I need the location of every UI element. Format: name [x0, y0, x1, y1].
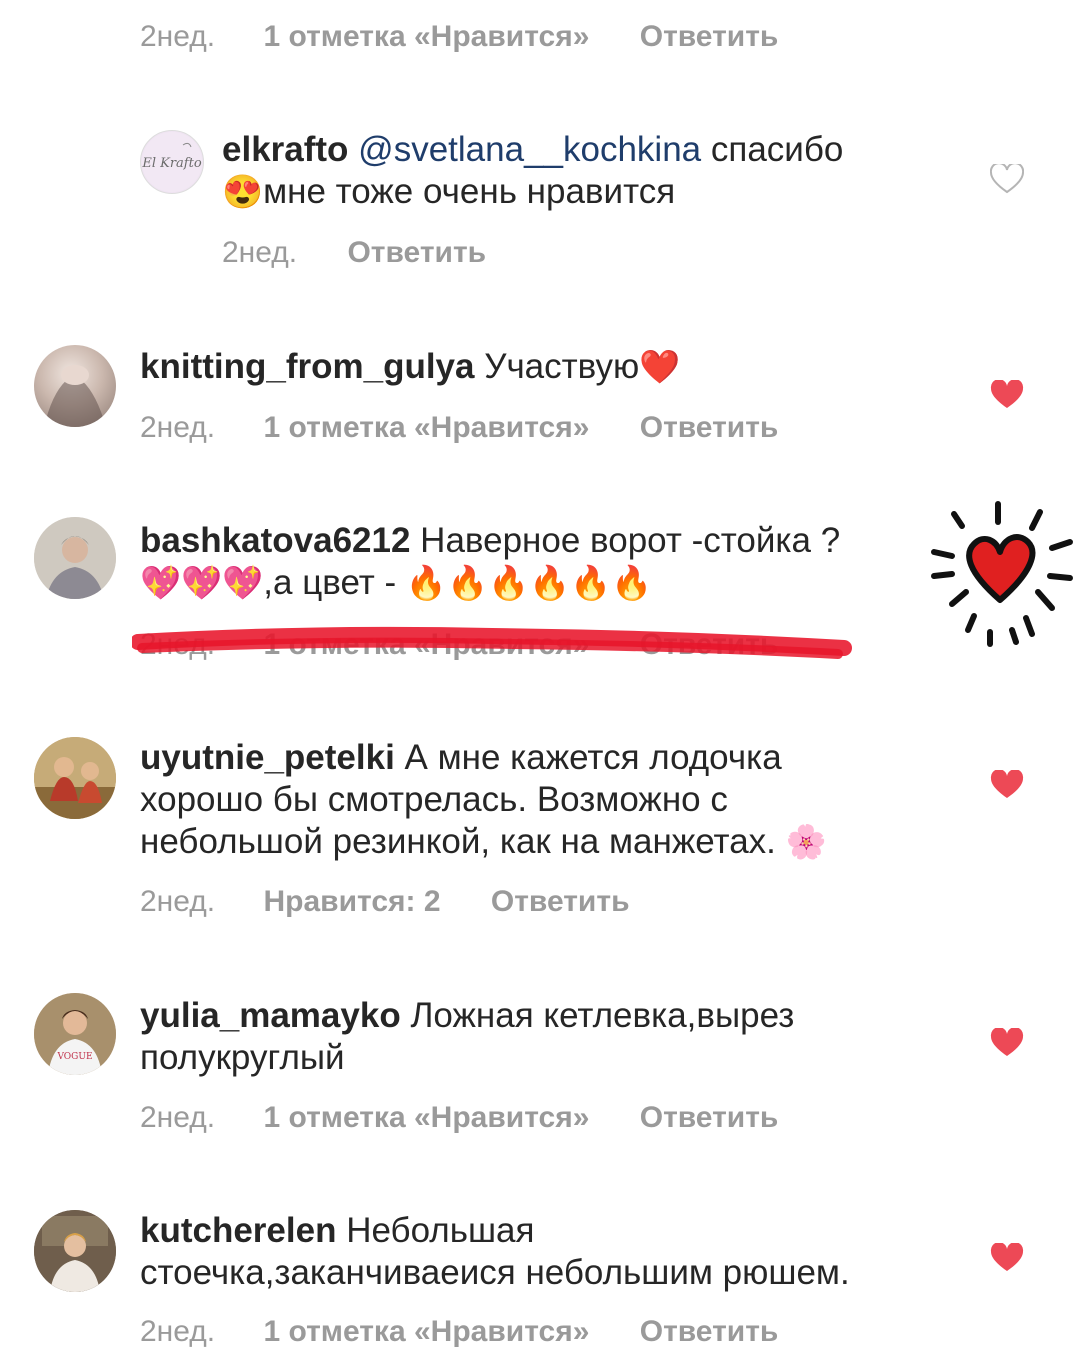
comment-text: спасибо	[701, 130, 844, 169]
like-heart-icon[interactable]	[990, 1028, 1024, 1058]
comment-body: kutcherelen Небольшая стоечка,заканчивае…	[140, 1210, 960, 1294]
like-heart-icon[interactable]	[990, 1243, 1024, 1273]
comment-text: стоечка,заканчиваеися небольшим рюшем.	[140, 1253, 850, 1292]
username-link[interactable]: kutcherelen	[140, 1211, 336, 1250]
comment-text: хорошо бы смотрелась. Возможно с	[140, 780, 728, 819]
like-heart-icon[interactable]	[990, 380, 1024, 410]
red-heart-emoji: ❤️	[639, 348, 681, 385]
doodle-heart-icon	[931, 501, 1073, 647]
reply-button[interactable]: Ответить	[640, 1101, 779, 1134]
likes-count-link[interactable]: 1 отметка «Нравится»	[263, 1315, 589, 1348]
red-marker-strikethrough	[132, 626, 852, 659]
likes-count-link[interactable]: 1 отметка «Нравится»	[263, 20, 589, 53]
mention-link[interactable]: @svetlana__kochkina	[348, 130, 701, 169]
svg-text:El Krafto: El Krafto	[141, 156, 201, 171]
avatar[interactable]: El Krafto	[140, 130, 204, 194]
comment-text: А мне кажется лодочка	[394, 738, 782, 777]
likes-count-link[interactable]: Нравится: 2	[263, 885, 440, 918]
likes-count-link[interactable]: 1 отметка «Нравится»	[263, 1101, 589, 1134]
sparkling-heart-emoji: 💖💖💖	[140, 564, 264, 601]
avatar[interactable]: VOGUE	[34, 993, 116, 1075]
comment-body: knitting_from_gulya Участвую❤️	[140, 346, 960, 388]
fire-emoji: 🔥🔥🔥🔥🔥🔥	[405, 564, 653, 601]
comment-meta: 2нед. Ответить	[222, 236, 486, 270]
comment-text: Наверное ворот -стойка ?	[410, 521, 841, 560]
comment-meta: 2нед. 1 отметка «Нравится» Ответить	[140, 1101, 778, 1135]
reply-button[interactable]: Ответить	[491, 885, 630, 918]
comment-meta: 2нед. Нравится: 2 Ответить	[140, 885, 630, 919]
svg-text:VOGUE: VOGUE	[56, 1052, 92, 1062]
avatar[interactable]	[34, 737, 116, 819]
comment-text: ,а цвет -	[263, 563, 397, 602]
comment-meta: 2нед. 1 отметка «Нравится» Ответить	[140, 411, 778, 445]
avatar[interactable]	[34, 345, 116, 427]
avatar[interactable]	[34, 1210, 116, 1292]
comment-body: uyutnie_petelki А мне кажется лодочка хо…	[140, 737, 960, 863]
like-heart-icon[interactable]	[990, 770, 1024, 800]
comment-time: 2нед.	[140, 1101, 216, 1134]
comment-text: Ложная кетлевка,вырез	[400, 996, 795, 1035]
reply-button[interactable]: Ответить	[640, 411, 779, 444]
heart-eyes-emoji: 😍	[222, 173, 264, 210]
comment-body: bashkatova6212 Наверное ворот -стойка ? …	[140, 520, 930, 604]
comment-text: Участвую	[474, 347, 640, 386]
comment-time: 2нед.	[140, 20, 216, 53]
cherry-blossom-emoji: 🌸	[785, 823, 827, 860]
comment-time: 2нед.	[222, 236, 298, 269]
reply-button[interactable]: Ответить	[347, 236, 486, 269]
username-link[interactable]: yulia_mamayko	[140, 996, 401, 1035]
comment-time: 2нед.	[140, 885, 216, 918]
username-link[interactable]: elkrafto	[222, 130, 348, 169]
comment-text: мне тоже очень нравится	[263, 172, 676, 211]
comment-text: Небольшая	[336, 1211, 535, 1250]
comment-time: 2нед.	[140, 411, 216, 444]
comment-time: 2нед.	[140, 1315, 216, 1348]
likes-count-link[interactable]: 1 отметка «Нравится»	[263, 411, 589, 444]
avatar[interactable]	[34, 517, 116, 599]
comment-text: полукруглый	[140, 1038, 345, 1077]
comment-meta: 2нед. 1 отметка «Нравится» Ответить	[140, 1315, 778, 1349]
comment-meta: 2нед. 1 отметка «Нравится» Ответить	[140, 20, 778, 54]
like-heart-icon[interactable]	[990, 164, 1024, 194]
username-link[interactable]: knitting_from_gulya	[140, 347, 474, 386]
username-link[interactable]: bashkatova6212	[140, 521, 410, 560]
username-link[interactable]: uyutnie_petelki	[140, 738, 395, 777]
comment-body: elkrafto @svetlana__kochkina спасибо 😍мн…	[222, 129, 942, 213]
reply-button[interactable]: Ответить	[640, 20, 779, 53]
reply-button[interactable]: Ответить	[640, 1315, 779, 1348]
comment-body: yulia_mamayko Ложная кетлевка,вырез полу…	[140, 995, 960, 1079]
comment-text: небольшой резинкой, как на манжетах.	[140, 822, 776, 861]
